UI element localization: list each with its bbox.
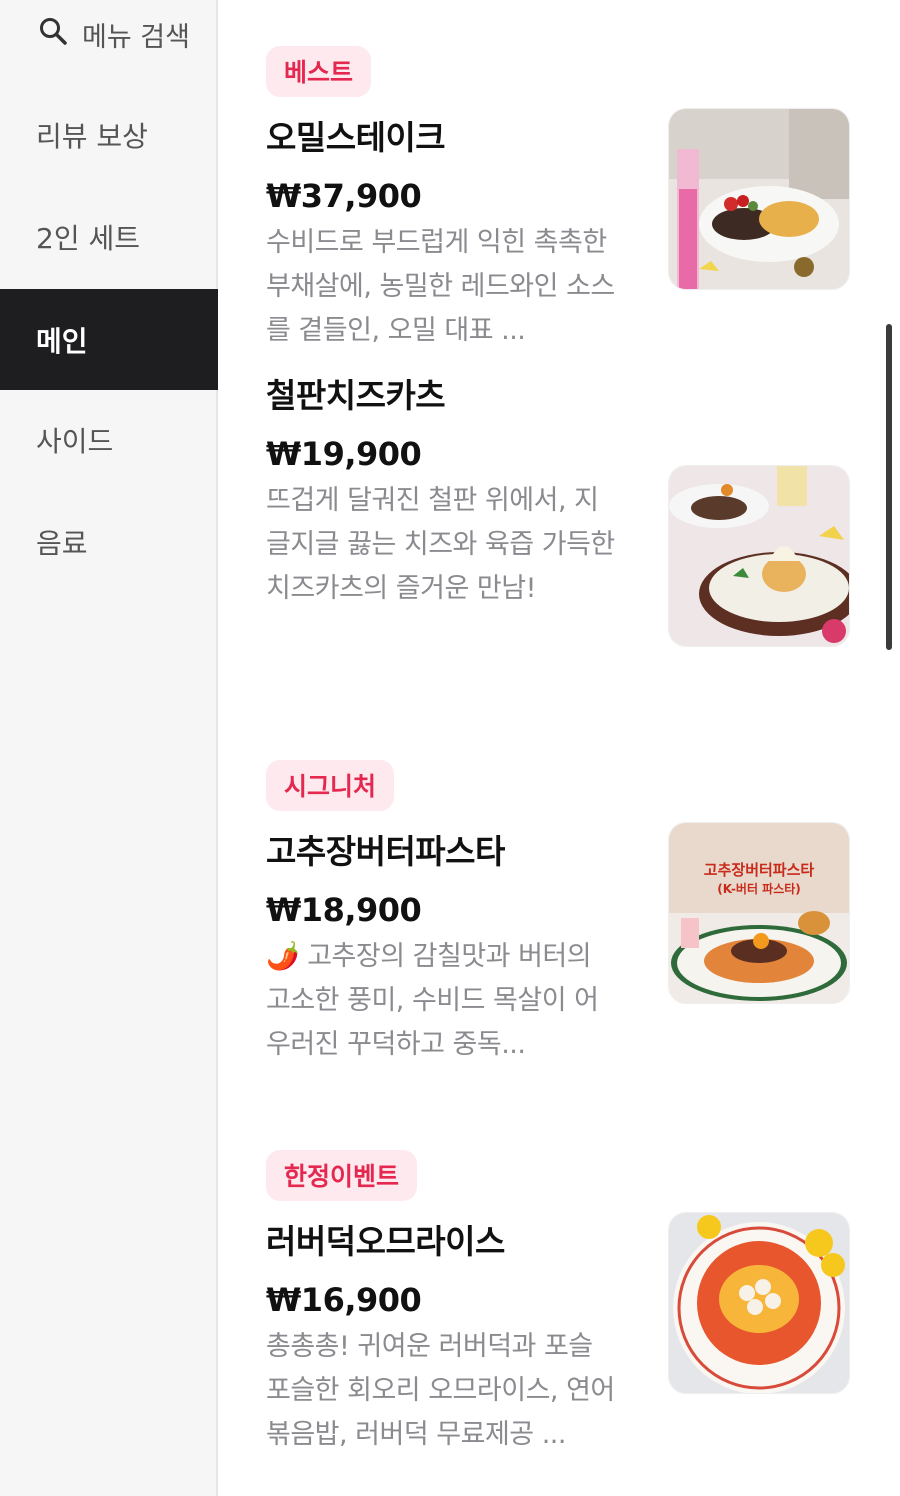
sidebar-item-label: 리뷰 보상 — [36, 119, 148, 153]
sidebar-item-review-reward[interactable]: 리뷰 보상 — [0, 84, 218, 185]
sidebar-item-label: 메인 — [36, 324, 88, 358]
search-icon — [38, 16, 68, 53]
menu-item-description: 총총총! 귀여운 러버덕과 포슬포슬한 회오리 오므라이스, 연어볶음밥, 러버… — [266, 1331, 615, 1450]
sidebar-item-drinks[interactable]: 음료 — [0, 491, 218, 592]
sidebar-item-side[interactable]: 사이드 — [0, 389, 218, 490]
sidebar-item-2-person-set[interactable]: 2인 세트 — [0, 186, 218, 287]
menu-item-description: 🌶️ 고추장의 감칠맛과 버터의 고소한 풍미, 수비드 목살이 어우러진 꾸덕… — [266, 941, 599, 1060]
menu-item-card[interactable]: 시그니처 고추장버터파스타 ₩18,900 🌶️ 고추장의 감칠맛과 버터의 고… — [266, 760, 856, 1067]
scrollbar[interactable] — [886, 324, 892, 650]
sidebar-item-main[interactable]: 메인 — [0, 289, 218, 390]
menu-item-card[interactable]: 베스트 오밀스테이크 ₩37,900 수비드로 부드럽게 익힌 촉촉한 부채살에… — [266, 46, 856, 353]
steak-photo[interactable] — [668, 108, 850, 290]
menu-item-description: 뜨겁게 달궈진 철판 위에서, 지글지글 끓는 치즈와 육즙 가득한 치즈카츠의… — [266, 485, 615, 604]
menu-item-card[interactable]: 한정이벤트 러버덕오므라이스 ₩16,900 총총총! 귀여운 러버덕과 포슬포… — [266, 1150, 856, 1457]
badge-limited-event: 한정이벤트 — [266, 1150, 418, 1201]
sidebar-item-label: 음료 — [36, 526, 88, 560]
cheese-katsu-photo[interactable] — [668, 465, 850, 647]
rubber-duck-omurice-photo[interactable] — [668, 1212, 850, 1394]
image-overlay-subtitle: (K-버터 파스타) — [717, 881, 801, 896]
sidebar-item-label: 2인 세트 — [36, 221, 140, 255]
menu-item-card[interactable]: 철판치즈카츠 ₩19,900 뜨겁게 달궈진 철판 위에서, 지글지글 끓는 치… — [266, 369, 856, 647]
image-overlay-title: 고추장버터파스타 — [704, 861, 815, 879]
menu-item-description: 수비드로 부드럽게 익힌 촉촉한 부채살에, 농밀한 레드와인 소스를 곁들인,… — [266, 227, 615, 346]
sidebar-item-label: 사이드 — [36, 424, 114, 458]
badge-signature: 시그니처 — [266, 760, 395, 811]
search-label: 메뉴 검색 — [82, 21, 190, 53]
menu-item-name: 철판치즈카츠 — [266, 376, 446, 415]
menu-search-button[interactable]: 메뉴 검색 — [38, 14, 190, 54]
badge-best: 베스트 — [266, 46, 372, 97]
category-sidebar: 메뉴 검색 리뷰 보상 2인 세트 메인 사이드 음료 — [0, 0, 218, 1496]
gochujang-pasta-photo[interactable]: 고추장버터파스타 (K-버터 파스타) — [668, 822, 850, 1004]
